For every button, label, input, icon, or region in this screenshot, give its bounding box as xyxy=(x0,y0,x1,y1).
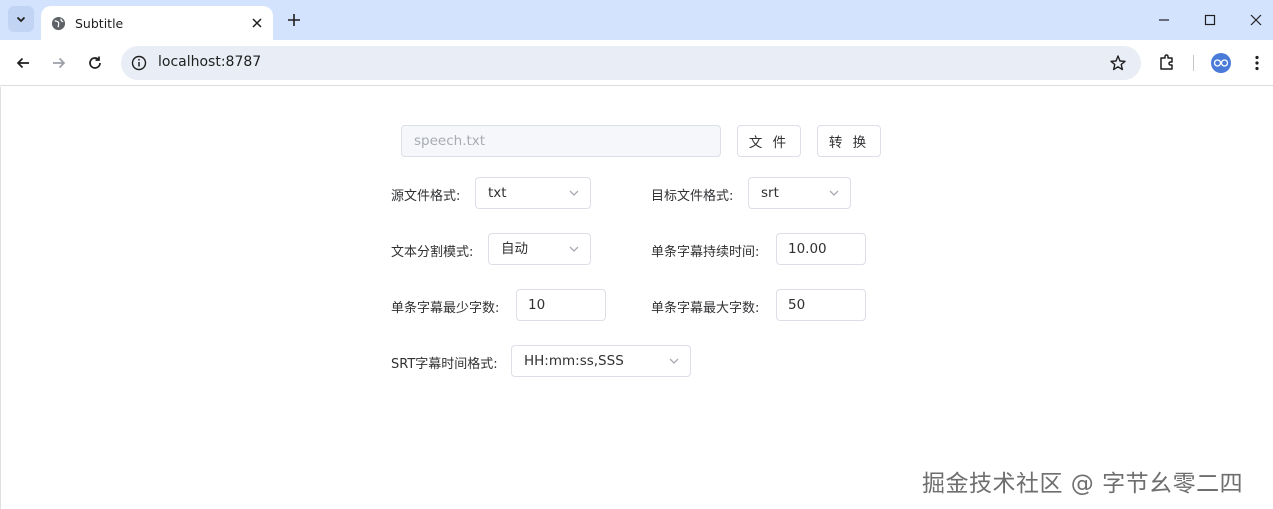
plus-icon xyxy=(288,14,300,26)
target-format-label: 目标文件格式: xyxy=(651,189,734,204)
tab-search-button[interactable] xyxy=(8,6,34,32)
star-icon[interactable] xyxy=(1109,54,1127,72)
srt-time-format-label: SRT字幕时间格式: xyxy=(391,357,498,372)
url-text[interactable]: localhost:8787 xyxy=(158,54,261,70)
target-format-select[interactable]: srt xyxy=(748,177,851,209)
duration-input[interactable]: 10.00 xyxy=(776,233,866,265)
min-chars-label: 单条字幕最少字数: xyxy=(391,301,500,316)
source-format-select[interactable]: txt xyxy=(475,177,591,209)
arrow-right-icon xyxy=(53,57,66,69)
address-bar[interactable]: localhost:8787 xyxy=(121,46,1141,80)
info-icon[interactable] xyxy=(130,54,148,72)
duration-label: 单条字幕持续时间: xyxy=(651,245,760,260)
arrow-left-icon xyxy=(16,57,29,69)
srt-time-format-value: HH:mm:ss,SSS xyxy=(524,353,624,369)
page-content: speech.txt 文 件 转 换 源文件格式: txt 目标文件格式: sr… xyxy=(0,87,1273,509)
chevron-down-icon xyxy=(829,190,839,196)
tab-title: Subtitle xyxy=(75,15,124,31)
minimize-button[interactable] xyxy=(1152,8,1176,32)
chevron-down-icon xyxy=(16,16,26,23)
back-button[interactable] xyxy=(12,52,34,74)
browser-toolbar: localhost:8787 xyxy=(0,40,1273,86)
watermark-text: 掘金技术社区 @ 字节幺零二四 xyxy=(922,471,1244,497)
reload-icon xyxy=(89,56,101,69)
browser-tab[interactable]: Subtitle xyxy=(41,6,273,40)
maximize-button[interactable] xyxy=(1198,8,1222,32)
forward-button[interactable] xyxy=(48,52,70,74)
file-path-input[interactable]: speech.txt xyxy=(401,125,721,157)
chevron-down-icon xyxy=(669,358,679,364)
globe-icon xyxy=(50,15,66,31)
avatar-icon[interactable] xyxy=(1211,53,1231,73)
maximize-icon xyxy=(1204,14,1216,26)
toolbar-divider xyxy=(1193,55,1194,71)
file-button[interactable]: 文 件 xyxy=(737,125,801,157)
new-tab-button[interactable] xyxy=(284,10,304,30)
close-icon[interactable] xyxy=(249,15,265,31)
chevron-down-icon xyxy=(569,246,579,252)
close-icon xyxy=(1250,14,1262,26)
source-format-value: txt xyxy=(488,185,507,201)
tab-strip: Subtitle xyxy=(0,0,1273,40)
chevron-down-icon xyxy=(569,190,579,196)
reload-button[interactable] xyxy=(84,52,106,74)
split-mode-label: 文本分割模式: xyxy=(391,245,474,260)
source-format-label: 源文件格式: xyxy=(391,189,461,204)
more-vert-icon[interactable] xyxy=(1247,52,1267,74)
target-format-value: srt xyxy=(761,185,779,201)
srt-time-format-select[interactable]: HH:mm:ss,SSS xyxy=(511,345,691,377)
split-mode-value: 自动 xyxy=(501,241,528,257)
split-mode-select[interactable]: 自动 xyxy=(488,233,591,265)
puzzle-icon xyxy=(1160,54,1173,70)
extensions-button[interactable] xyxy=(1157,52,1179,74)
min-chars-input[interactable]: 10 xyxy=(516,289,606,321)
max-chars-label: 单条字幕最大字数: xyxy=(651,301,760,316)
close-window-button[interactable] xyxy=(1244,8,1268,32)
convert-button[interactable]: 转 换 xyxy=(817,125,881,157)
max-chars-input[interactable]: 50 xyxy=(776,289,866,321)
minimize-icon xyxy=(1159,19,1169,21)
